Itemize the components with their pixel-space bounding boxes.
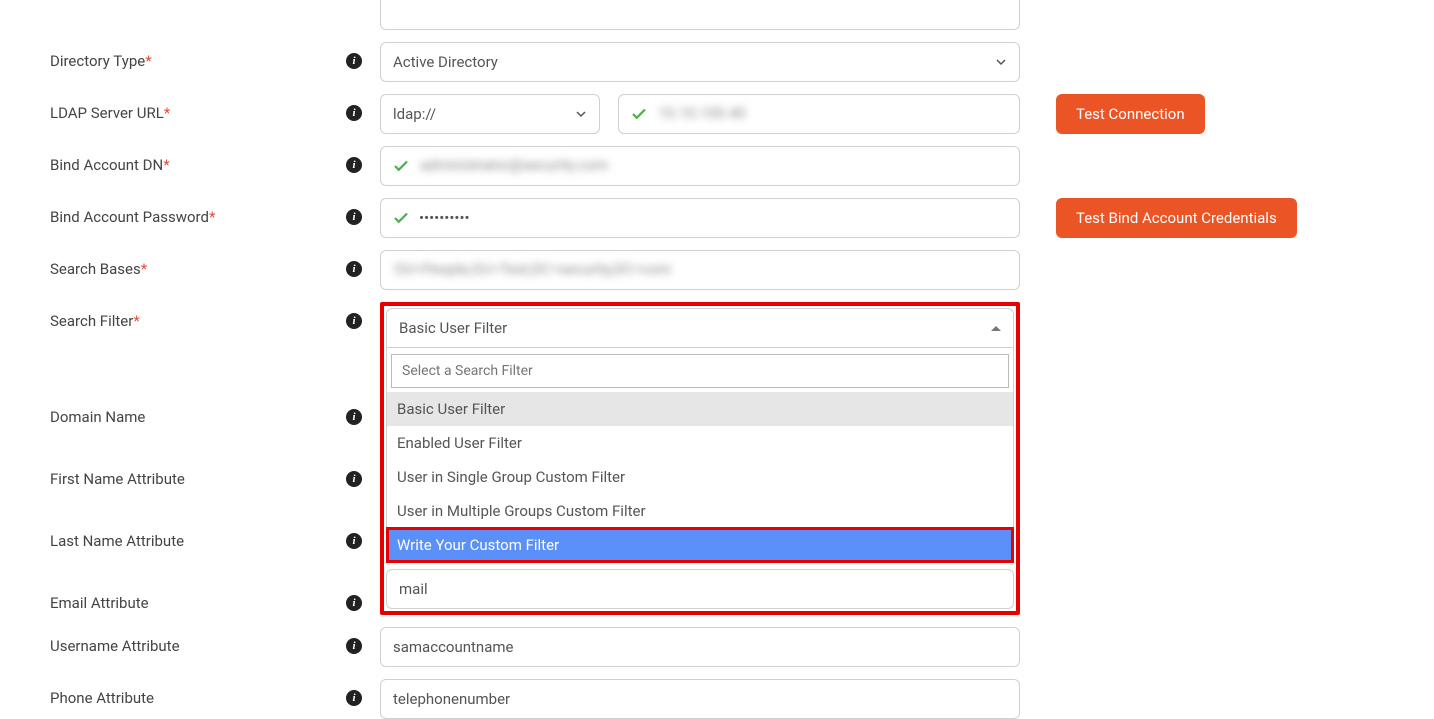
- username-attribute-input[interactable]: [380, 627, 1020, 667]
- info-icon[interactable]: i: [346, 533, 362, 549]
- filter-option-multiple-groups[interactable]: User in Multiple Groups Custom Filter: [387, 494, 1013, 528]
- row-bind-dn: Bind Account DN* i administrator@securit…: [50, 146, 1384, 186]
- test-bind-button[interactable]: Test Bind Account Credentials: [1056, 198, 1297, 238]
- info-icon[interactable]: i: [346, 53, 362, 69]
- info-icon[interactable]: i: [346, 209, 362, 225]
- email-attribute-input[interactable]: [386, 569, 1014, 609]
- search-filter-dropdown-panel: Basic User Filter Enabled User Filter Us…: [386, 348, 1014, 563]
- caret-up-icon: [991, 326, 1001, 331]
- info-icon[interactable]: i: [346, 409, 362, 425]
- label-phone-attr: Phone Attribute: [50, 689, 154, 707]
- label-last-name-attr: Last Name Attribute: [50, 532, 184, 550]
- filter-option-enabled-user[interactable]: Enabled User Filter: [387, 426, 1013, 460]
- row-ldap-url: LDAP Server URL* i ldap:// 10.10.100.40 …: [50, 94, 1384, 134]
- label-first-name-attr: First Name Attribute: [50, 470, 185, 488]
- test-connection-button[interactable]: Test Connection: [1056, 94, 1205, 134]
- filter-option-custom[interactable]: Write Your Custom Filter: [387, 528, 1013, 562]
- label-email-attr: Email Attribute: [50, 594, 149, 612]
- bind-password-input[interactable]: [380, 198, 1020, 238]
- row-directory-type: Directory Type* i Active Directory: [50, 42, 1384, 82]
- info-icon[interactable]: i: [346, 313, 362, 329]
- row-phone-attr: Phone Attribute i: [50, 679, 1384, 719]
- phone-attribute-input[interactable]: [380, 679, 1020, 719]
- filter-option-single-group[interactable]: User in Single Group Custom Filter: [387, 460, 1013, 494]
- label-bind-dn: Bind Account DN*: [50, 156, 170, 174]
- label-directory-type: Directory Type*: [50, 52, 152, 70]
- search-filter-selected-text: Basic User Filter: [399, 319, 507, 337]
- ldap-host-wrapper: 10.10.100.40: [618, 94, 1020, 134]
- label-search-filter: Search Filter*: [50, 312, 140, 330]
- info-icon[interactable]: i: [346, 105, 362, 121]
- filter-option-basic-user[interactable]: Basic User Filter: [387, 392, 1013, 426]
- info-icon[interactable]: i: [346, 471, 362, 487]
- label-domain-name: Domain Name: [50, 408, 145, 426]
- search-filter-highlight-box: Basic User Filter Basic User Filter Enab…: [380, 302, 1020, 615]
- check-icon: [392, 209, 410, 227]
- check-icon: [630, 105, 648, 123]
- directory-type-select[interactable]: Active Directory: [380, 42, 1020, 82]
- label-ldap-url: LDAP Server URL*: [50, 104, 170, 122]
- info-icon[interactable]: i: [346, 690, 362, 706]
- search-filter-dropdown[interactable]: Basic User Filter Basic User Filter Enab…: [386, 308, 1014, 563]
- search-filter-dropdown-header[interactable]: Basic User Filter: [386, 308, 1014, 348]
- search-filter-options-list: Basic User Filter Enabled User Filter Us…: [387, 392, 1013, 562]
- label-bind-password: Bind Account Password*: [50, 208, 215, 226]
- info-icon[interactable]: i: [346, 261, 362, 277]
- label-search-bases: Search Bases*: [50, 260, 147, 278]
- row-search-bases: Search Bases* i OU=People,OU=Test,DC=sec…: [50, 250, 1384, 290]
- search-filter-search-input[interactable]: [391, 354, 1009, 388]
- info-icon[interactable]: i: [346, 595, 362, 611]
- check-icon: [392, 157, 410, 175]
- row-bind-password: Bind Account Password* i Test Bind Accou…: [50, 198, 1384, 238]
- ldap-protocol-select[interactable]: ldap://: [380, 94, 600, 134]
- top-cutoff-input[interactable]: [380, 0, 1020, 30]
- info-icon[interactable]: i: [346, 157, 362, 173]
